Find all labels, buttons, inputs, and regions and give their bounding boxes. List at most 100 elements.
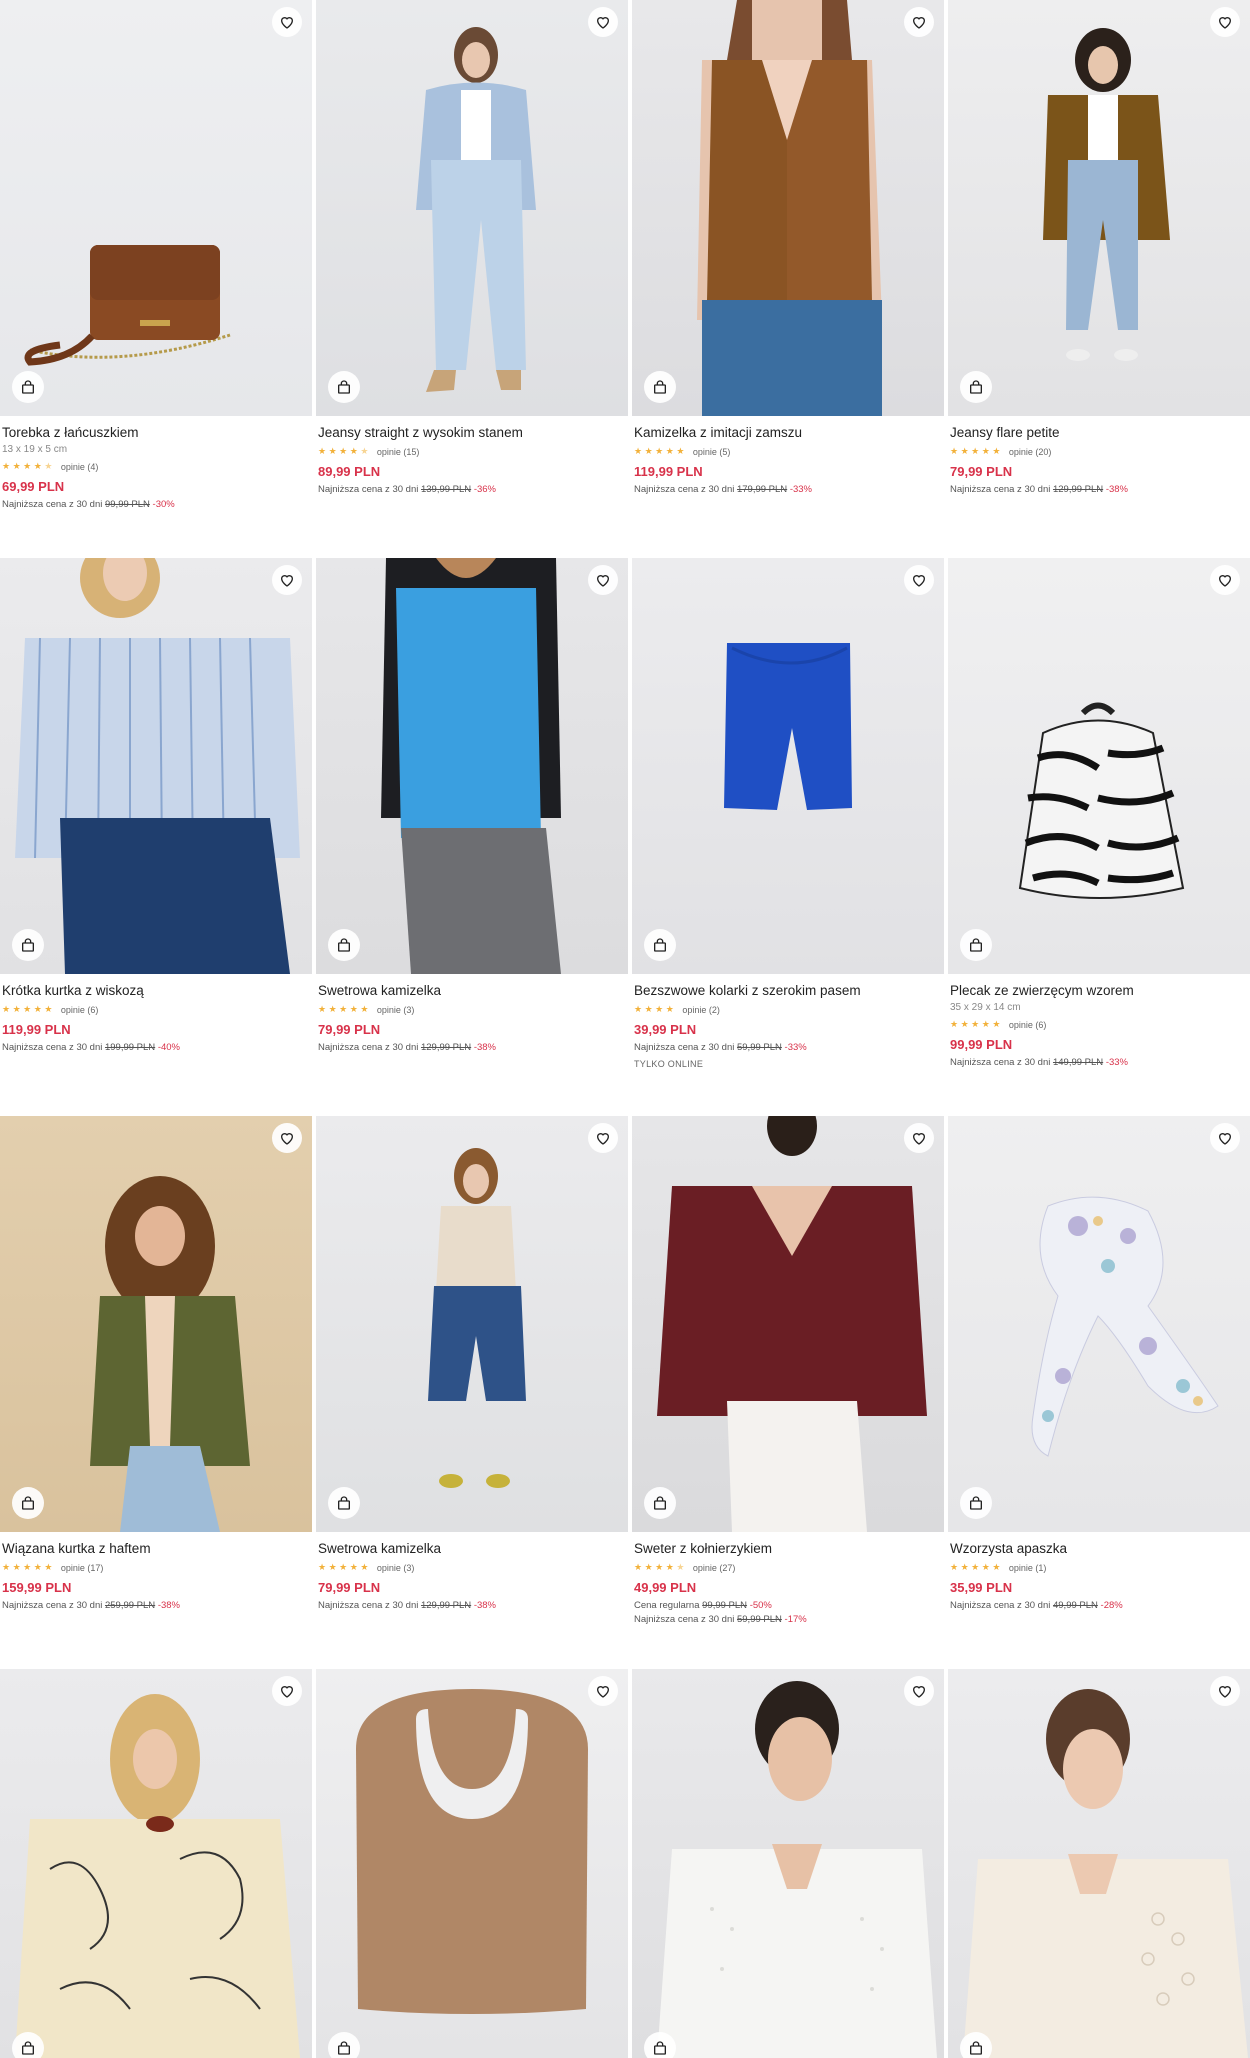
add-to-favorites-button[interactable]	[904, 7, 934, 37]
add-to-cart-button[interactable]	[960, 929, 992, 961]
product-image[interactable]	[632, 558, 944, 974]
product-image[interactable]	[948, 0, 1250, 416]
add-to-cart-button[interactable]	[328, 929, 360, 961]
product-card[interactable]	[948, 1669, 1250, 2058]
product-card[interactable]: Kamizelka z imitacji zamszu ★★★★★ opinie…	[632, 0, 944, 496]
product-name[interactable]: Torebka z łańcuszkiem	[2, 424, 310, 442]
add-to-cart-button[interactable]	[328, 2032, 360, 2058]
product-card[interactable]	[632, 1669, 944, 2058]
product-card[interactable]: Jeansy straight z wysokim stanem ★★★★★ o…	[316, 0, 628, 496]
add-to-favorites-button[interactable]	[904, 1676, 934, 1706]
add-to-favorites-button[interactable]	[272, 1676, 302, 1706]
product-image[interactable]	[0, 1669, 312, 2058]
product-card[interactable]: Bezszwowe kolarki z szerokim pasem ★★★★ …	[632, 558, 944, 1069]
add-to-cart-button[interactable]	[644, 929, 676, 961]
review-count[interactable]: opinie (27)	[693, 1563, 736, 1573]
product-image[interactable]	[0, 1116, 312, 1532]
product-card[interactable]: Krótka kurtka z wiskozą ★★★★★ opinie (6)…	[0, 558, 312, 1054]
shopping-bag-icon	[970, 380, 982, 394]
add-to-favorites-button[interactable]	[1210, 7, 1240, 37]
review-count[interactable]: opinie (6)	[1009, 1020, 1047, 1030]
product-rating: ★★★★★ opinie (4)	[2, 459, 310, 474]
product-name[interactable]: Wzorzysta apaszka	[950, 1540, 1248, 1558]
review-count[interactable]: opinie (1)	[1009, 1563, 1047, 1573]
add-to-favorites-button[interactable]	[272, 7, 302, 37]
add-to-favorites-button[interactable]	[1210, 565, 1240, 595]
add-to-cart-button[interactable]	[12, 929, 44, 961]
product-name[interactable]: Swetrowa kamizelka	[318, 982, 626, 1000]
product-image[interactable]	[316, 1116, 628, 1532]
review-count[interactable]: opinie (3)	[377, 1005, 415, 1015]
product-image[interactable]	[316, 558, 628, 974]
product-image[interactable]	[0, 0, 312, 416]
add-to-cart-button[interactable]	[644, 2032, 676, 2058]
product-card[interactable]: Wiązana kurtka z haftem ★★★★★ opinie (17…	[0, 1116, 312, 1612]
add-to-favorites-button[interactable]	[272, 565, 302, 595]
product-card[interactable]	[0, 1669, 312, 2058]
shopping-bag-icon	[22, 380, 34, 394]
product-image[interactable]	[948, 558, 1250, 974]
add-to-cart-button[interactable]	[960, 2032, 992, 2058]
review-count[interactable]: opinie (6)	[61, 1005, 99, 1015]
product-card[interactable]: Sweter z kołnierzykiem ★★★★★ opinie (27)…	[632, 1116, 944, 1626]
add-to-favorites-button[interactable]	[1210, 1123, 1240, 1153]
product-name[interactable]: Swetrowa kamizelka	[318, 1540, 626, 1558]
add-to-cart-button[interactable]	[644, 1487, 676, 1519]
discount-percent: -36%	[473, 484, 496, 495]
product-name[interactable]: Krótka kurtka z wiskozą	[2, 982, 310, 1000]
product-card[interactable]: Wzorzysta apaszka ★★★★★ opinie (1) 35,99…	[948, 1116, 1250, 1612]
add-to-favorites-button[interactable]	[588, 1676, 618, 1706]
shopping-bag-icon	[654, 380, 666, 394]
product-name[interactable]: Wiązana kurtka z haftem	[2, 1540, 310, 1558]
add-to-favorites-button[interactable]	[272, 1123, 302, 1153]
product-image[interactable]	[632, 1669, 944, 2058]
add-to-cart-button[interactable]	[328, 371, 360, 403]
product-image[interactable]	[316, 1669, 628, 2058]
add-to-cart-button[interactable]	[644, 371, 676, 403]
product-card[interactable]: Swetrowa kamizelka ★★★★★ opinie (3) 79,9…	[316, 558, 628, 1054]
add-to-favorites-button[interactable]	[588, 7, 618, 37]
product-name[interactable]: Kamizelka z imitacji zamszu	[634, 424, 942, 442]
product-image[interactable]	[948, 1116, 1250, 1532]
rating-stars: ★★★★★	[950, 446, 1003, 456]
discount-percent: -38%	[1105, 484, 1128, 495]
review-count[interactable]: opinie (3)	[377, 1563, 415, 1573]
add-to-favorites-button[interactable]	[1210, 1676, 1240, 1706]
review-count[interactable]: opinie (17)	[61, 1563, 104, 1573]
add-to-cart-button[interactable]	[960, 1487, 992, 1519]
product-card[interactable]	[316, 1669, 628, 2058]
add-to-favorites-button[interactable]	[588, 1123, 618, 1153]
review-count[interactable]: opinie (5)	[693, 447, 731, 457]
product-image[interactable]	[632, 1116, 944, 1532]
review-count[interactable]: opinie (4)	[61, 462, 99, 472]
product-image[interactable]	[632, 0, 944, 416]
rating-stars: ★★★★★	[318, 1004, 371, 1014]
old-price: 179,99 PLN	[736, 484, 788, 495]
product-name[interactable]: Sweter z kołnierzykiem	[634, 1540, 942, 1558]
product-card[interactable]: Swetrowa kamizelka ★★★★★ opinie (3) 79,9…	[316, 1116, 628, 1612]
discount-percent: -33%	[789, 484, 812, 495]
product-image[interactable]	[948, 1669, 1250, 2058]
review-count[interactable]: opinie (20)	[1009, 447, 1052, 457]
product-name[interactable]: Jeansy straight z wysokim stanem	[318, 424, 626, 442]
product-image[interactable]	[316, 0, 628, 416]
product-card[interactable]: Plecak ze zwierzęcym wzorem 35 x 29 x 14…	[948, 558, 1250, 1069]
add-to-cart-button[interactable]	[12, 2032, 44, 2058]
shopping-bag-icon	[654, 1496, 666, 1510]
product-name[interactable]: Bezszwowe kolarki z szerokim pasem	[634, 982, 942, 1000]
product-image[interactable]	[0, 558, 312, 974]
product-card[interactable]: Jeansy flare petite ★★★★★ opinie (20) 79…	[948, 0, 1250, 496]
add-to-favorites-button[interactable]	[904, 565, 934, 595]
add-to-cart-button[interactable]	[12, 1487, 44, 1519]
review-count[interactable]: opinie (15)	[377, 447, 420, 457]
add-to-cart-button[interactable]	[328, 1487, 360, 1519]
add-to-favorites-button[interactable]	[904, 1123, 934, 1153]
product-row: Torebka z łańcuszkiem 13 x 19 x 5 cm ★★★…	[0, 0, 1250, 555]
product-card[interactable]: Torebka z łańcuszkiem 13 x 19 x 5 cm ★★★…	[0, 0, 312, 511]
product-name[interactable]: Plecak ze zwierzęcym wzorem	[950, 982, 1248, 1000]
review-count[interactable]: opinie (2)	[682, 1005, 720, 1015]
add-to-favorites-button[interactable]	[588, 565, 618, 595]
add-to-cart-button[interactable]	[12, 371, 44, 403]
product-name[interactable]: Jeansy flare petite	[950, 424, 1248, 442]
add-to-cart-button[interactable]	[960, 371, 992, 403]
